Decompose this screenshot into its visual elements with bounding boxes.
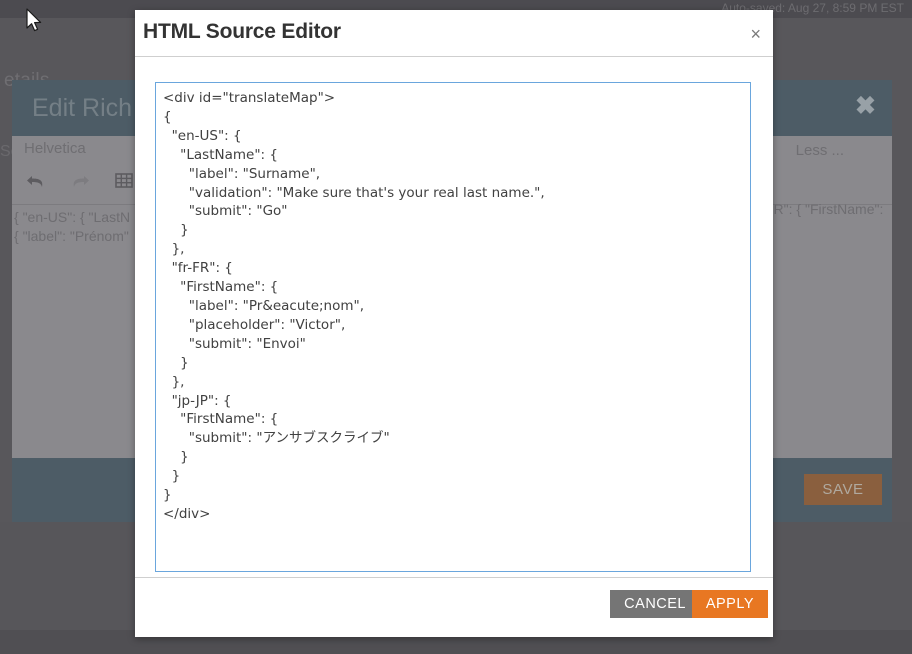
redo-arrow-icon[interactable]	[70, 172, 90, 190]
close-icon[interactable]: ×	[746, 23, 765, 45]
undo-arrow-icon[interactable]	[26, 172, 46, 190]
font-family-value: Helvetica	[24, 140, 86, 157]
background-save-button[interactable]: SAVE	[804, 474, 882, 505]
background-editor-line-1-right-wrap: FR": { "FirstName":	[765, 200, 892, 219]
background-editor-line-2-text: { "label": "Prénom"	[14, 228, 129, 244]
html-source-editor-dialog: HTML Source Editor × CANCEL APPLY	[135, 10, 773, 637]
cancel-button[interactable]: CANCEL	[610, 590, 700, 618]
dialog-header: HTML Source Editor ×	[135, 10, 773, 57]
background-editor-line-1-left: { "en-US": { "LastN	[14, 209, 131, 225]
table-grid-icon[interactable]	[115, 172, 133, 190]
dialog-body	[135, 57, 773, 577]
font-family-select[interactable]: Helvetica	[24, 140, 149, 164]
close-icon[interactable]: ✖	[855, 94, 876, 119]
apply-button[interactable]: APPLY	[691, 590, 768, 618]
background-editor-line-1-right: FR": { "FirstName":	[765, 201, 884, 217]
page-title: HTML Source Editor	[143, 20, 341, 43]
screen-root: Auto-saved: Aug 27, 8:59 PM EST etails S…	[0, 0, 912, 654]
html-source-textarea[interactable]	[155, 82, 751, 572]
dialog-footer: CANCEL APPLY	[135, 577, 773, 637]
less-toggle-link[interactable]: Less ...	[796, 142, 844, 159]
